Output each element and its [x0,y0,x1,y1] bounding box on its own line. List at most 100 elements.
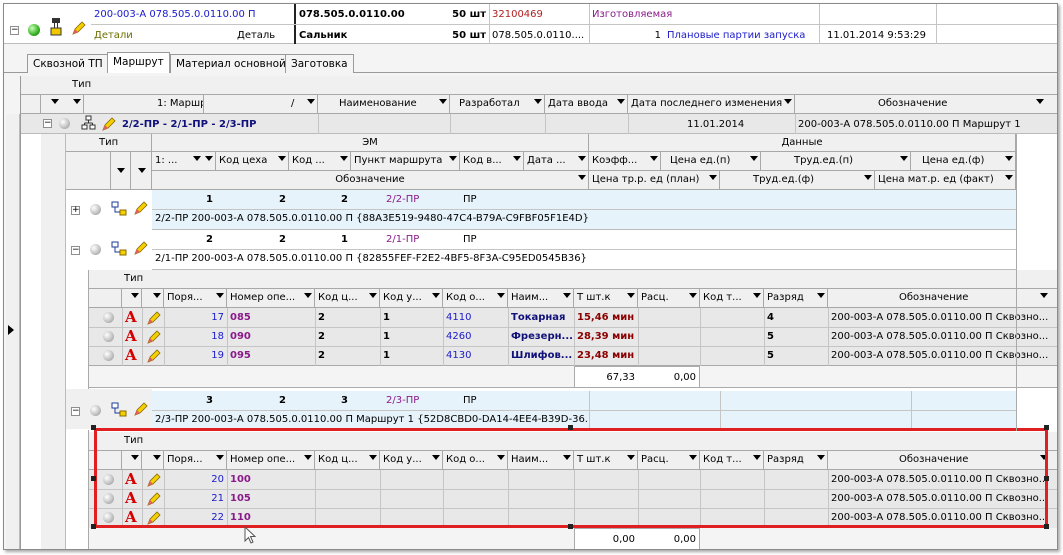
route-col-name[interactable]: Наименование [318,95,450,114]
point-link-icon [111,402,127,417]
em-cell-order: 1 [206,194,213,205]
edit-pencil-icon[interactable] [102,117,116,131]
em-group-header: ЭМ [152,134,589,152]
ops-col-tcode[interactable]: Код т... [700,289,764,308]
op-area: 1 [383,331,390,342]
em-col-coeff[interactable]: Коэфф... [589,152,661,171]
record-code[interactable]: 200-003-А 078.505.0.0110.00 П [91,6,291,23]
total-time: 0,00 [612,534,635,545]
em-cell-code-v: ПР [463,234,477,245]
status-ball-icon [90,405,101,416]
collapse-toggle[interactable]: − [71,246,80,255]
op-number: 095 [230,350,251,361]
ops-filter-a[interactable] [122,289,142,308]
route-col-designation[interactable]: Обозначение [795,95,1057,114]
edit-pencil-icon[interactable] [134,201,148,215]
ops-col-grade[interactable]: Разряд [764,289,828,308]
route-col-date-changed[interactable]: Дата последнего изменения [628,95,795,114]
tree-icon [50,18,62,36]
ops-col-number[interactable]: Номер опе... [227,289,315,308]
text-a-icon: A [125,308,137,326]
op-code: 4110 [446,312,472,323]
em-cell-desc: 2/3-ПР 200-003-А 078.505.0.0110.00 П Мар… [155,414,589,425]
em-filter-a[interactable] [111,152,131,190]
em-cell-order: 3 [206,395,213,406]
em-col-date[interactable]: Дата ... [524,152,589,171]
em-cell-shop: 2 [279,194,286,205]
status-icon [28,24,40,36]
ops-type-header: Тип [89,270,1057,289]
op-name: Фрезерн... [511,331,573,342]
expand-toggle[interactable]: + [71,206,80,215]
collapse-toggle[interactable]: − [71,407,80,416]
em-col-1[interactable]: 1: ... [152,152,216,171]
route-col-developer[interactable]: Разработал [450,95,545,114]
ops-col-shop[interactable]: Код ц... [315,289,380,308]
ops-col-designation[interactable]: Обозначение [828,289,1057,308]
edit-pencil-icon[interactable] [134,241,148,255]
em-cell-desc: 2/2-ПР 200-003-А 078.505.0.0110.00 П {88… [155,213,589,224]
em-col-price-p[interactable]: Цена ед.(п) [661,152,761,171]
op-code: 4130 [446,350,472,361]
op-grade: 5 [767,331,774,342]
edit-pencil-icon[interactable] [147,349,161,363]
record-qty-2: 50 шт [452,30,486,41]
route-col-slash[interactable]: / [204,95,318,114]
em-col-shop[interactable]: Код цеха [216,152,289,171]
op-time: 23,48 мин [577,350,635,361]
op-grade: 4 [767,312,774,323]
op-number: 090 [230,331,251,342]
op-order: 17 [211,312,224,323]
highlight-box [94,428,1048,528]
row-pointer-icon [8,325,14,335]
em-col-labor-f[interactable]: Труд.ед.(ф) [720,171,875,190]
ops-col-rate[interactable]: Расц. [638,289,700,308]
edit-pencil-icon[interactable] [147,330,161,344]
collapse-toggle[interactable]: − [10,26,19,35]
op-shop: 2 [318,331,325,342]
em-col-labor-p[interactable]: Труд.ед.(п) [761,152,911,171]
route-name: 2/2-ПР - 2/1-ПР - 2/3-ПР [122,119,257,130]
record-plan[interactable]: Плановые партии запуска [664,27,819,44]
record-datetime: 11.01.2014 9:53:29 [827,30,926,41]
em-col-code[interactable]: Код ... [289,152,351,171]
op-time: 15,46 мин [577,312,635,323]
text-a-icon: A [125,327,137,345]
route-col-date-input[interactable]: Дата ввода [545,95,628,114]
em-cell-shop: 2 [279,395,286,406]
edit-pencil-icon[interactable] [72,21,86,35]
edit-pencil-icon[interactable] [147,311,161,325]
em-filter-b[interactable] [131,152,152,190]
tab-material[interactable]: Материал основной [170,54,292,73]
text-a-icon: A [125,346,137,364]
em-cell-code-v: ПР [463,194,477,205]
route-row-collapse-toggle[interactable]: − [43,119,52,128]
status-ball-icon [90,244,101,255]
em-col-code-v[interactable]: Код в... [460,152,524,171]
em-col-designation[interactable]: Обозначение [152,171,589,190]
em-cell-shop: 2 [279,234,286,245]
op-shop: 2 [318,350,325,361]
tab-blank[interactable]: Заготовка [285,54,354,73]
em-col-price-f[interactable]: Цена ед.(ф) [911,152,1016,171]
em-col-price-plan[interactable]: Цена тр.р. ед (план) [589,171,720,190]
em-col-point[interactable]: Пункт маршрута [351,152,460,171]
ops-filter-b[interactable] [142,289,164,308]
status-ball-icon [103,331,114,342]
ops-col-code[interactable]: Код о... [443,289,508,308]
edit-pencil-icon[interactable] [134,402,148,416]
ops-col-order[interactable]: Поря... [164,289,227,308]
em-cell-point: 2/2-ПР [386,194,420,205]
record-designation-short: 078.505.0.0110.... [492,30,585,41]
tab-route[interactable]: Маршрут [107,52,170,73]
ops-col-time[interactable]: Т шт.к [574,289,638,308]
op-time: 28,39 мин [577,331,635,342]
em-col-price-mat[interactable]: Цена мат.р. ед (факт) [875,171,1016,190]
op-number: 085 [230,312,251,323]
route-col-route[interactable]: 1: Маршрут [84,95,204,114]
tab-through-tp[interactable]: Сквозной ТП [27,54,109,73]
point-link-icon [111,201,127,216]
ops-col-name[interactable]: Наим... [508,289,574,308]
route-filter-col-a[interactable] [41,95,84,114]
ops-col-area[interactable]: Код у... [380,289,443,308]
